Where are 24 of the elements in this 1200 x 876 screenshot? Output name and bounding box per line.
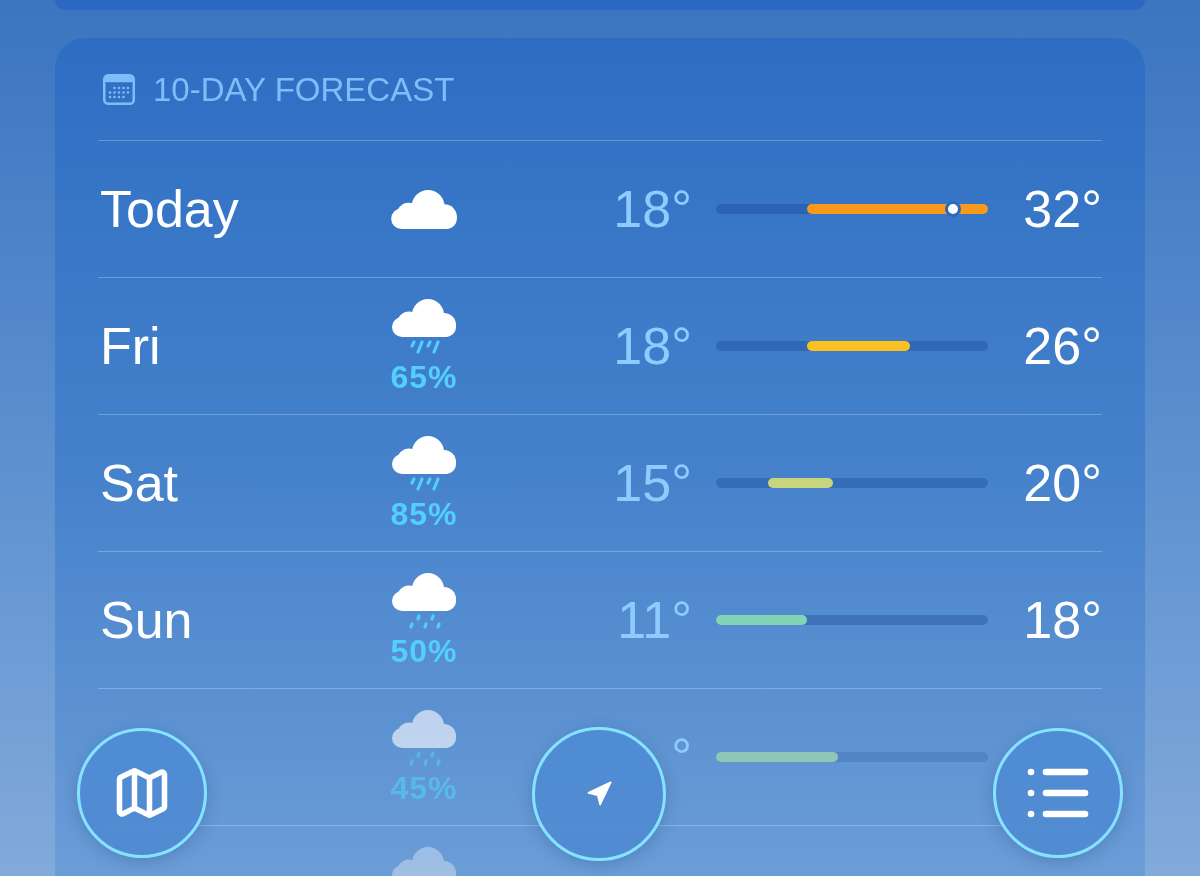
location-arrow-icon bbox=[585, 780, 613, 808]
section-title: 10-DAY FORECAST bbox=[153, 72, 455, 106]
drizzle-cloud-icon bbox=[392, 573, 456, 629]
day-label: Fri bbox=[100, 317, 161, 375]
precipitation-chance: 50% bbox=[390, 635, 458, 667]
day-label: Sat bbox=[100, 454, 179, 512]
low-temperature: ° bbox=[671, 728, 692, 786]
precipitation-chance: 85% bbox=[390, 498, 458, 530]
rain-cloud-icon bbox=[392, 436, 456, 492]
high-temperature: 18° bbox=[1023, 591, 1102, 649]
low-temperature: 18° bbox=[613, 317, 692, 375]
high-temperature: 26° bbox=[1023, 317, 1102, 375]
day-label: Today bbox=[100, 180, 239, 238]
high-temperature: 32° bbox=[1023, 180, 1102, 238]
calendar-icon bbox=[103, 73, 135, 105]
drizzle-cloud-icon bbox=[392, 710, 456, 766]
low-temperature: 15° bbox=[613, 454, 692, 512]
low-temperature: 18° bbox=[613, 180, 692, 238]
cloud-icon bbox=[391, 189, 457, 229]
day-label: Sun bbox=[100, 591, 193, 649]
precipitation-chance: 65% bbox=[390, 361, 458, 393]
high-temperature: 20° bbox=[1023, 454, 1102, 512]
low-temperature: 11° bbox=[617, 591, 692, 649]
rain-cloud-icon bbox=[392, 299, 456, 355]
